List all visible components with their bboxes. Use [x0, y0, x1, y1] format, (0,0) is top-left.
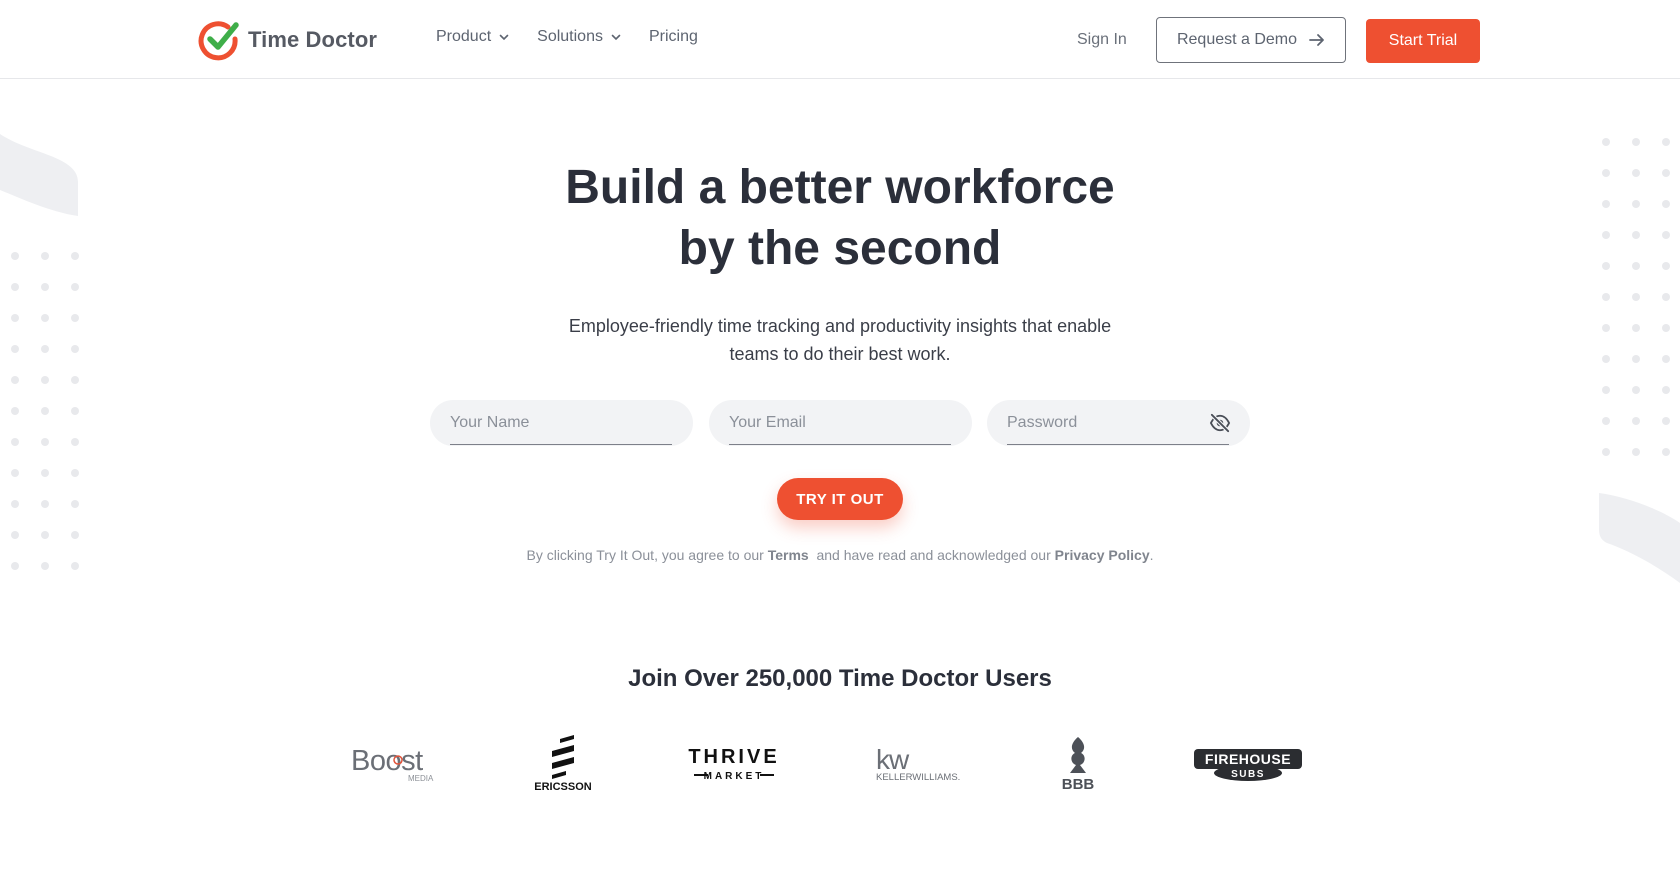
hero-title-line1: Build a better workforce — [565, 161, 1115, 214]
try-it-out-button[interactable]: TRY IT OUT — [777, 478, 903, 520]
request-demo-label: Request a Demo — [1176, 31, 1298, 48]
logo-text: Time Doctor — [248, 27, 378, 52]
social-proof-heading: Join Over 250,000 Time Doctor Users — [628, 665, 1052, 692]
password-field-underline — [1007, 444, 1229, 445]
logo[interactable]: Time Doctor — [198, 19, 377, 61]
svg-text:FIREHOUSE: FIREHOUSE — [1205, 751, 1291, 767]
svg-text:ERICSSON: ERICSSON — [534, 781, 592, 791]
chevron-down-icon — [499, 34, 509, 41]
hero-subtitle: Employee-friendly time tracking and prod… — [540, 312, 1140, 368]
svg-text:MEDIA: MEDIA — [408, 774, 434, 783]
privacy-policy-link[interactable]: Privacy Policy — [1055, 547, 1150, 563]
email-field — [709, 400, 972, 446]
decorative-shape-left — [0, 134, 78, 216]
legal-notice: By clicking Try It Out, you agree to our… — [440, 547, 1240, 563]
decorative-dots-right — [1602, 138, 1670, 456]
request-demo-button[interactable]: Request a Demo — [1156, 17, 1346, 63]
thrive-market-logo: THRIVE MARKET — [688, 735, 780, 791]
nav-pricing[interactable]: Pricing — [649, 28, 698, 46]
start-trial-button[interactable]: Start Trial — [1366, 19, 1480, 63]
legal-suffix: . — [1149, 547, 1154, 563]
email-input[interactable] — [729, 404, 951, 442]
sign-in-link[interactable]: Sign In — [1077, 31, 1127, 49]
svg-text:KELLERWILLIAMS.: KELLERWILLIAMS. — [876, 772, 960, 783]
svg-text:SUBS: SUBS — [1231, 769, 1265, 780]
hero-title: Build a better workforce by the second — [440, 157, 1240, 279]
hero-subtitle-line1: Employee-friendly time tracking and prod… — [568, 316, 1112, 336]
decorative-dots-left — [11, 252, 79, 570]
firehouse-subs-logo: FIREHOUSE SUBS — [1192, 735, 1304, 791]
terms-link[interactable]: Terms — [768, 547, 809, 563]
nav-pricing-label: Pricing — [648, 28, 698, 45]
site-header: Time Doctor Product Solutions Pricing Si… — [0, 0, 1680, 79]
svg-text:MARKET: MARKET — [704, 771, 765, 782]
svg-text:BBB: BBB — [1062, 776, 1095, 791]
boost-media-logo: Boost MEDIA — [350, 735, 438, 791]
nav-solutions[interactable]: Solutions — [537, 28, 621, 46]
nav-product[interactable]: Product — [436, 28, 509, 46]
svg-text:kw: kw — [876, 744, 910, 775]
ericsson-logo: ERICSSON — [530, 735, 596, 791]
nav-product-label: Product — [436, 28, 492, 45]
nav-solutions-label: Solutions — [537, 28, 603, 45]
client-logos: Boost MEDIA ERICSSON THRIVE MARKET kw KE… — [0, 735, 1680, 791]
email-field-underline — [729, 444, 951, 445]
keller-williams-logo: kw KELLERWILLIAMS. — [874, 735, 962, 791]
bbb-logo: BBB — [1058, 735, 1098, 791]
password-field — [987, 400, 1250, 446]
svg-text:THRIVE: THRIVE — [688, 746, 779, 768]
hero-subtitle-line2: teams to do their best work. — [729, 344, 951, 364]
eye-off-icon[interactable] — [1209, 413, 1231, 433]
decorative-shape-right — [1599, 493, 1680, 583]
legal-prefix: By clicking Try It Out, you agree to our — [526, 547, 768, 563]
name-input[interactable] — [450, 404, 672, 442]
logo-icon — [198, 21, 239, 61]
legal-middle: and have read and acknowledged our — [808, 547, 1055, 563]
name-field — [430, 400, 693, 446]
password-input[interactable] — [1007, 404, 1202, 442]
name-field-underline — [450, 444, 672, 445]
arrow-right-icon — [1309, 34, 1324, 46]
chevron-down-icon — [611, 34, 621, 41]
svg-text:Boost: Boost — [351, 745, 423, 777]
main-nav: Product Solutions Pricing — [436, 28, 698, 46]
hero-title-line2: by the second — [678, 222, 1002, 275]
